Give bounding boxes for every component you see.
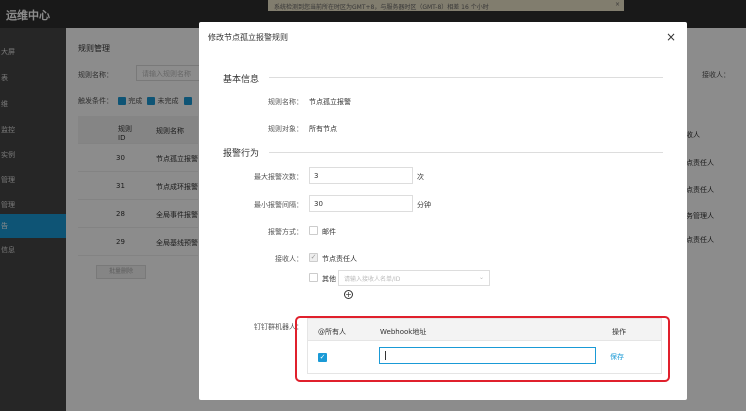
rule-name-label: 规则名称： [268,98,303,106]
rule-target-value: 所有节点 [309,125,337,133]
highlight-annotation [295,316,670,382]
max-count-label: 最大报警次数： [254,173,303,181]
add-icon[interactable]: + [344,290,353,299]
other-receiver-checkbox[interactable] [309,273,318,282]
receiver-select[interactable]: 请输入接收人名单/ID ⌄ [338,270,490,286]
max-count-input[interactable]: 3 [309,167,413,184]
receiver-label: 接收人： [275,255,303,263]
email-option-label: 邮件 [322,228,336,236]
node-owner-checkbox: ✓ [309,253,318,262]
other-receiver-label: 其他 [322,275,336,283]
max-count-unit: 次 [417,173,424,181]
modal-title: 修改节点孤立报警规则 [208,33,288,42]
section-divider [269,152,663,153]
alert-method-label: 报警方式： [268,228,303,236]
alert-behavior-section-title: 报警行为 [223,149,260,159]
close-icon[interactable]: × [666,30,676,44]
section-divider [269,77,663,78]
min-interval-label: 最小报警间隔： [254,201,303,209]
min-interval-unit: 分钟 [417,201,431,209]
receiver-placeholder: 请输入接收人名单/ID [344,276,401,283]
rule-target-label: 规则对象： [268,125,303,133]
node-owner-label: 节点责任人 [322,255,357,263]
basic-info-section-title: 基本信息 [223,75,260,85]
email-checkbox[interactable] [309,226,318,235]
min-interval-input[interactable]: 30 [309,195,413,212]
rule-name-value: 节点孤立报警 [309,98,351,106]
dingtalk-robot-label: 钉钉群机器人： [254,323,303,331]
chevron-down-icon: ⌄ [478,274,484,281]
